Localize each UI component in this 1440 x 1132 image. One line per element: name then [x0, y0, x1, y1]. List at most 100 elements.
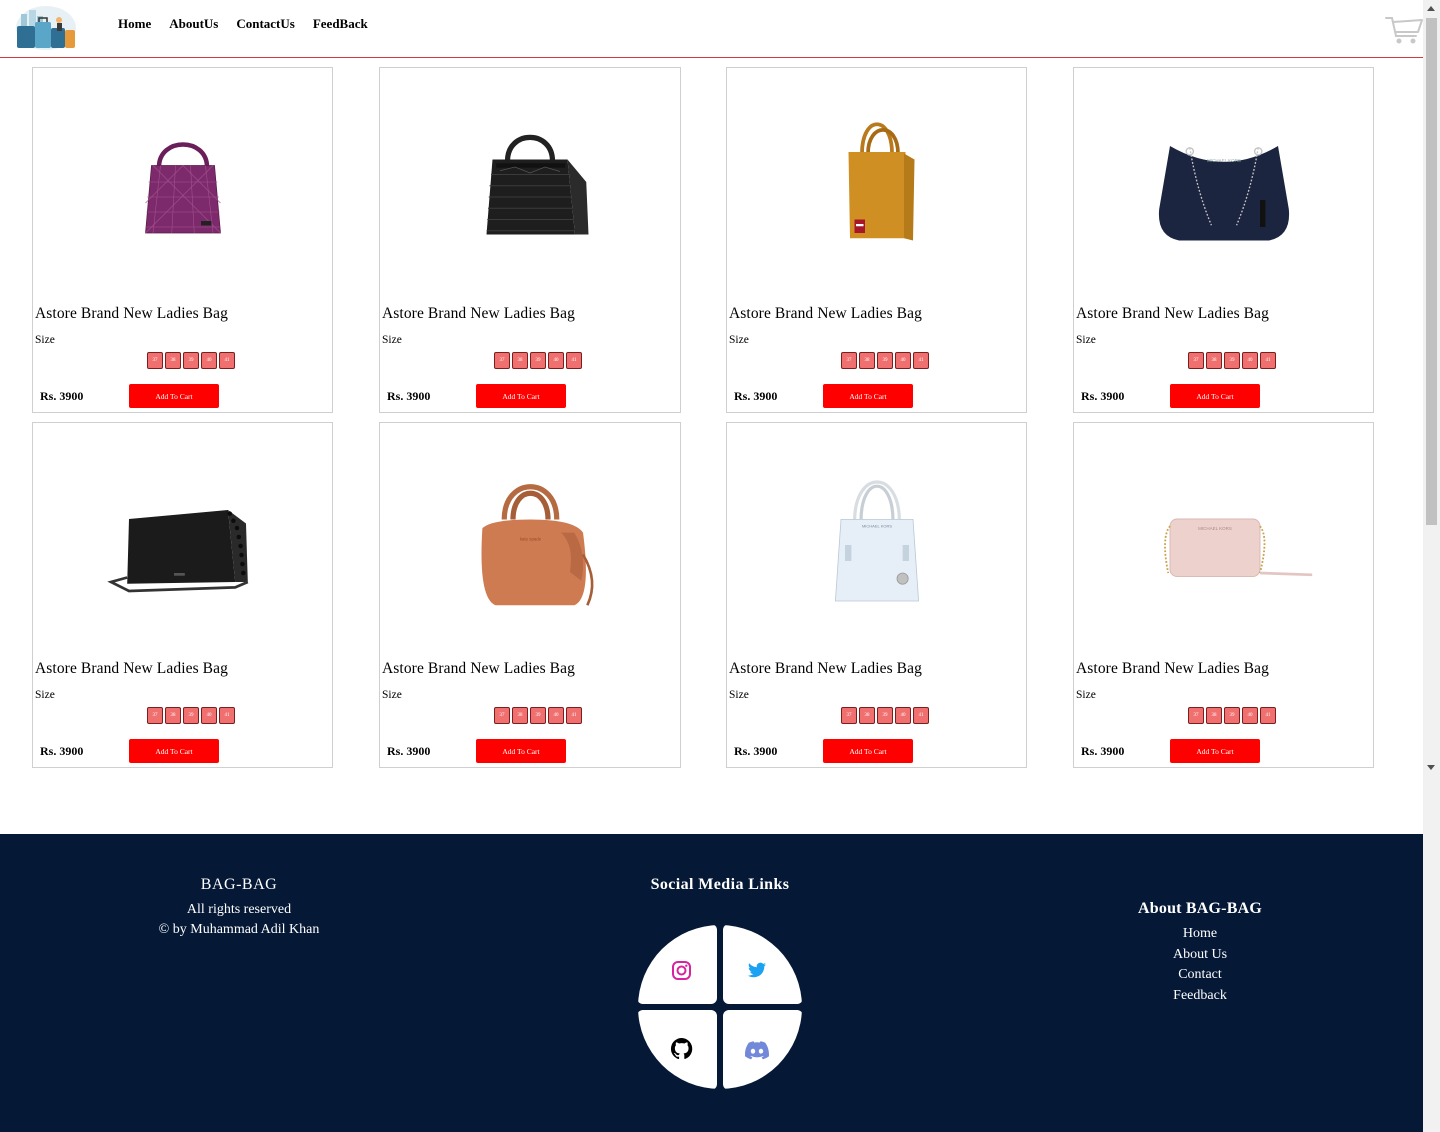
product-image[interactable]: [33, 68, 332, 300]
footer-about-link[interactable]: About Us: [1100, 945, 1300, 966]
social-links: [637, 924, 803, 1090]
github-link[interactable]: [637, 1010, 717, 1090]
size-label: Size: [382, 689, 402, 701]
product-image[interactable]: kate spade: [380, 423, 680, 655]
scroll-up-arrow-icon[interactable]: [1427, 6, 1435, 11]
svg-text:kate spade: kate spade: [519, 536, 541, 541]
size-options: 37 38 39 40 41: [494, 707, 582, 724]
size-option[interactable]: 41: [566, 352, 582, 369]
product-image[interactable]: [727, 68, 1026, 300]
size-option[interactable]: 41: [219, 707, 235, 724]
size-option[interactable]: 37: [147, 352, 163, 369]
size-option[interactable]: 40: [201, 352, 217, 369]
footer-feedback-link[interactable]: Feedback: [1100, 986, 1300, 1007]
product-image[interactable]: [380, 68, 680, 300]
camera-bag-icon: MICHAEL KORS: [1134, 447, 1314, 632]
size-option[interactable]: 39: [1224, 707, 1240, 724]
size-option[interactable]: 40: [1242, 352, 1258, 369]
product-price: Rs. 3900: [40, 744, 84, 758]
size-option[interactable]: 37: [841, 352, 857, 369]
product-image[interactable]: MICHAEL KORS: [1074, 423, 1373, 655]
size-option[interactable]: 38: [859, 707, 875, 724]
product-card: Astore Brand New Ladies Bag Size 37 38 39 40 4…: [726, 67, 1027, 413]
size-option[interactable]: 40: [201, 707, 217, 724]
size-option[interactable]: 41: [219, 352, 235, 369]
add-to-cart-button[interactable]: Add To Cart: [129, 739, 219, 763]
size-option[interactable]: 39: [183, 352, 199, 369]
size-option[interactable]: 37: [1188, 707, 1204, 724]
size-option[interactable]: 41: [566, 707, 582, 724]
page-scrollbar[interactable]: [1423, 0, 1440, 1132]
size-option[interactable]: 40: [895, 707, 911, 724]
scroll-thumb[interactable]: [1426, 18, 1437, 525]
product-image[interactable]: [33, 423, 332, 655]
tote-bag-icon: [802, 92, 952, 277]
size-option[interactable]: 38: [859, 352, 875, 369]
add-to-cart-button[interactable]: Add To Cart: [129, 384, 219, 408]
logo-icon[interactable]: [13, 4, 79, 52]
size-option[interactable]: 40: [1242, 707, 1258, 724]
add-to-cart-button[interactable]: Add To Cart: [476, 739, 566, 763]
size-option[interactable]: 39: [530, 707, 546, 724]
navbar: Home AboutUs ContactUs FeedBack: [0, 0, 1423, 58]
size-option[interactable]: 41: [913, 707, 929, 724]
size-options: 37 38 39 40 41: [147, 352, 235, 369]
size-option[interactable]: 41: [913, 352, 929, 369]
add-to-cart-button[interactable]: Add To Cart: [823, 384, 913, 408]
size-option[interactable]: 39: [183, 707, 199, 724]
product-price: Rs. 3900: [40, 389, 84, 403]
size-option[interactable]: 37: [494, 352, 510, 369]
size-option[interactable]: 37: [494, 707, 510, 724]
twitter-link[interactable]: [723, 924, 803, 1004]
size-option[interactable]: 37: [147, 707, 163, 724]
discord-link[interactable]: [723, 1010, 803, 1090]
add-to-cart-button[interactable]: Add To Cart: [1170, 384, 1260, 408]
product-title: Astore Brand New Ladies Bag: [35, 305, 228, 322]
size-option[interactable]: 39: [877, 352, 893, 369]
add-to-cart-button[interactable]: Add To Cart: [476, 384, 566, 408]
size-label: Size: [729, 334, 749, 346]
size-option[interactable]: 38: [512, 707, 528, 724]
size-option[interactable]: 39: [1224, 352, 1240, 369]
size-option[interactable]: 40: [548, 352, 564, 369]
instagram-link[interactable]: [637, 924, 717, 1004]
product-title: Astore Brand New Ladies Bag: [382, 660, 575, 677]
size-option[interactable]: 38: [1206, 352, 1222, 369]
add-to-cart-button[interactable]: Add To Cart: [823, 739, 913, 763]
social-title: Social Media Links: [650, 876, 790, 893]
product-title: Astore Brand New Ladies Bag: [729, 305, 922, 322]
size-option[interactable]: 40: [895, 352, 911, 369]
product-image[interactable]: MICHAEL KORS: [727, 423, 1026, 655]
size-option[interactable]: 37: [841, 707, 857, 724]
size-option[interactable]: 41: [1260, 707, 1276, 724]
discord-icon: [745, 1041, 770, 1060]
size-options: 37 38 39 40 41: [841, 707, 929, 724]
size-option[interactable]: 38: [1206, 707, 1222, 724]
size-option[interactable]: 37: [1188, 352, 1204, 369]
size-option[interactable]: 40: [548, 707, 564, 724]
size-option[interactable]: 38: [165, 707, 181, 724]
size-option[interactable]: 41: [1260, 352, 1276, 369]
product-card: Astore Brand New Ladies Bag Size 37 38 39 40 4…: [379, 67, 681, 413]
nav-feedback-link[interactable]: FeedBack: [313, 16, 368, 32]
product-image[interactable]: MICHAEL KORS: [1074, 68, 1373, 300]
nav-home-link[interactable]: Home: [118, 16, 151, 32]
scroll-down-arrow-icon[interactable]: [1427, 765, 1435, 770]
size-label: Size: [1076, 334, 1096, 346]
cart-icon[interactable]: [1384, 14, 1424, 46]
nav-aboutus-link[interactable]: AboutUs: [169, 16, 218, 32]
footer-home-link[interactable]: Home: [1100, 924, 1300, 945]
size-options: 37 38 39 40 41: [494, 352, 582, 369]
crossbody-bag-icon: [93, 447, 273, 632]
size-option[interactable]: 38: [512, 352, 528, 369]
product-card: kate spade Astore Brand New Ladies Bag Siz…: [379, 422, 681, 768]
product-card: MICHAEL KORS Astore Brand New Ladies Bag S…: [1073, 67, 1374, 413]
nav-contactus-link[interactable]: ContactUs: [236, 16, 295, 32]
size-option[interactable]: 39: [877, 707, 893, 724]
size-option[interactable]: 38: [165, 352, 181, 369]
product-price: Rs. 3900: [1081, 744, 1125, 758]
size-option[interactable]: 39: [530, 352, 546, 369]
size-label: Size: [35, 334, 55, 346]
footer-contact-link[interactable]: Contact: [1100, 965, 1300, 986]
add-to-cart-button[interactable]: Add To Cart: [1170, 739, 1260, 763]
